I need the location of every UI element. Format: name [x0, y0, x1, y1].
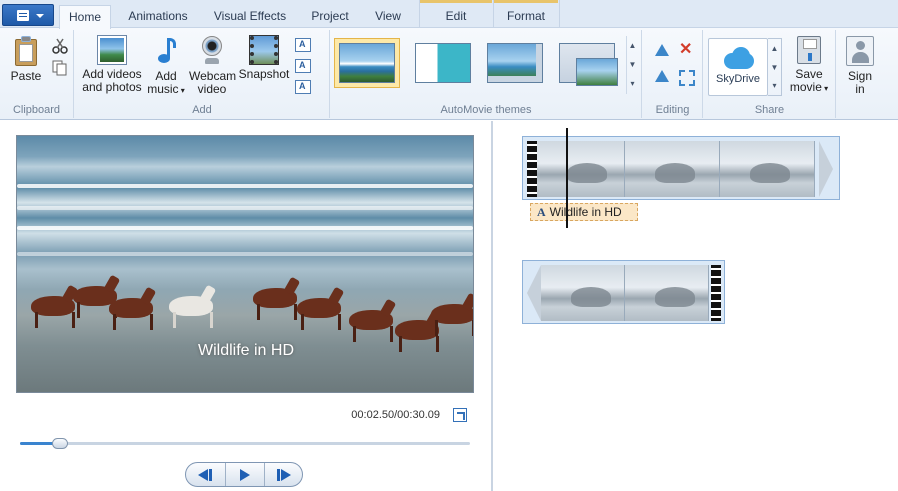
skydrive-label: SkyDrive — [715, 73, 760, 85]
video-tools-context-bar — [420, 0, 492, 3]
add-group: Add videos and photos Add music Webcam v… — [75, 30, 330, 118]
tab-project[interactable]: Project — [302, 5, 358, 28]
add-caption-icon[interactable] — [295, 59, 311, 73]
play-button[interactable] — [225, 463, 264, 486]
storyboard-credits-clip[interactable] — [522, 260, 725, 324]
theme-cinematic[interactable] — [482, 38, 548, 88]
select-all-icon[interactable] — [679, 70, 695, 86]
webcam-video-button[interactable]: Webcam video — [189, 36, 237, 96]
theme-pan-and-zoom[interactable] — [554, 38, 620, 88]
add-music-label: Add music — [145, 70, 187, 97]
tab-visual-effects[interactable]: Visual Effects — [205, 5, 295, 28]
user-icon — [846, 36, 874, 66]
document-icon — [17, 10, 29, 21]
music-note-icon — [156, 36, 176, 66]
snapshot-button[interactable]: Snapshot — [237, 35, 291, 81]
film-sprockets — [711, 265, 721, 321]
video-preview[interactable]: Wildlife in HD — [16, 135, 474, 393]
pane-divider[interactable] — [491, 121, 493, 491]
seek-thumb[interactable] — [52, 438, 69, 449]
playback-time: 00:02.50/00:30.09 — [351, 409, 440, 421]
playback-controls — [185, 462, 303, 487]
previous-frame-button[interactable] — [186, 463, 225, 486]
share-gallery-scroll[interactable]: ▲ ▼ ▾ — [768, 38, 782, 96]
application-menu-button[interactable] — [2, 4, 54, 26]
play-icon — [240, 469, 250, 481]
storyboard-video-clip[interactable] — [522, 136, 840, 200]
caption-text-icon: A — [537, 205, 546, 219]
gallery-more-icon[interactable]: ▾ — [627, 74, 638, 93]
paste-button[interactable]: Paste — [6, 36, 46, 83]
context-tab-divider — [559, 0, 560, 28]
theme-gallery — [334, 34, 642, 96]
cut-icon[interactable] — [52, 38, 68, 54]
scroll-down-icon[interactable]: ▼ — [627, 55, 638, 74]
theme-default[interactable] — [334, 38, 400, 88]
skydrive-cloud-icon — [720, 45, 756, 71]
sign-in-label: Sign in — [847, 69, 873, 96]
theme-gallery-scroll[interactable]: ▲ ▼ ▾ — [626, 36, 638, 94]
seek-bar[interactable] — [20, 442, 470, 445]
fullscreen-icon[interactable] — [453, 408, 467, 422]
rotate-left-icon[interactable] — [655, 44, 669, 56]
share-group: SkyDrive ▲ ▼ ▾ Save movie Share — [704, 30, 836, 118]
tab-format[interactable]: Format — [494, 5, 558, 28]
next-frame-button[interactable] — [264, 463, 302, 486]
gallery-more-icon[interactable]: ▾ — [768, 77, 781, 95]
save-movie-button[interactable]: Save movie — [786, 36, 832, 95]
add-credits-icon[interactable] — [295, 80, 311, 94]
save-movie-icon — [797, 36, 821, 64]
add-videos-photos-button[interactable]: Add videos and photos — [81, 35, 143, 94]
tab-home[interactable]: Home — [59, 5, 111, 29]
add-group-label: Add — [192, 104, 212, 116]
storyboard-caption-text: Wildlife in HD — [549, 205, 622, 219]
tab-view[interactable]: View — [366, 5, 410, 28]
text-tools-context-bar — [494, 0, 558, 3]
skydrive-button[interactable]: SkyDrive — [708, 38, 768, 96]
add-title-icon[interactable] — [295, 38, 311, 52]
film-sprockets — [527, 141, 537, 197]
snapshot-label: Snapshot — [238, 67, 290, 81]
automovie-themes-label: AutoMovie themes — [440, 104, 532, 116]
transition-arrow-icon — [819, 141, 833, 197]
editing-group: ✕ Editing — [643, 30, 703, 118]
add-videos-photos-label: Add videos and photos — [82, 67, 142, 94]
webcam-video-label: Webcam video — [189, 69, 237, 96]
ribbon: Paste Clipboard Add videos and photos Ad… — [0, 28, 898, 120]
previous-frame-icon — [198, 469, 208, 481]
snapshot-icon — [249, 35, 279, 65]
scroll-up-icon[interactable]: ▲ — [768, 39, 781, 58]
editing-group-label: Editing — [655, 104, 690, 116]
share-group-label: Share — [754, 104, 785, 116]
sign-in-button[interactable]: Sign in — [840, 36, 880, 96]
copy-icon[interactable] — [52, 60, 68, 76]
tab-animations[interactable]: Animations — [118, 5, 198, 28]
video-caption-overlay: Wildlife in HD — [197, 342, 294, 359]
paste-icon — [13, 36, 39, 66]
ribbon-tab-row: Home Animations Visual Effects Project V… — [0, 0, 898, 29]
add-music-button[interactable]: Add music — [145, 36, 187, 97]
storyboard-caption[interactable]: A Wildlife in HD — [530, 203, 638, 221]
remove-icon[interactable]: ✕ — [679, 42, 695, 58]
transition-arrow-icon — [527, 265, 541, 321]
webcam-icon — [199, 36, 225, 66]
storyboard-playhead[interactable] — [566, 128, 568, 228]
next-frame-icon — [281, 469, 291, 481]
theme-contemporary[interactable] — [410, 38, 476, 88]
photos-icon — [97, 35, 127, 65]
save-movie-label: Save movie — [786, 68, 832, 95]
tab-edit[interactable]: Edit — [420, 5, 492, 28]
paste-label: Paste — [10, 69, 42, 83]
chevron-down-icon — [36, 14, 44, 18]
scroll-up-icon[interactable]: ▲ — [627, 36, 638, 55]
automovie-themes-group: ▲ ▼ ▾ AutoMovie themes — [331, 30, 642, 118]
scroll-down-icon[interactable]: ▼ — [768, 58, 781, 77]
clipboard-group: Paste Clipboard — [0, 30, 74, 118]
clipboard-group-label: Clipboard — [12, 104, 61, 116]
rotate-right-icon[interactable] — [655, 70, 669, 82]
